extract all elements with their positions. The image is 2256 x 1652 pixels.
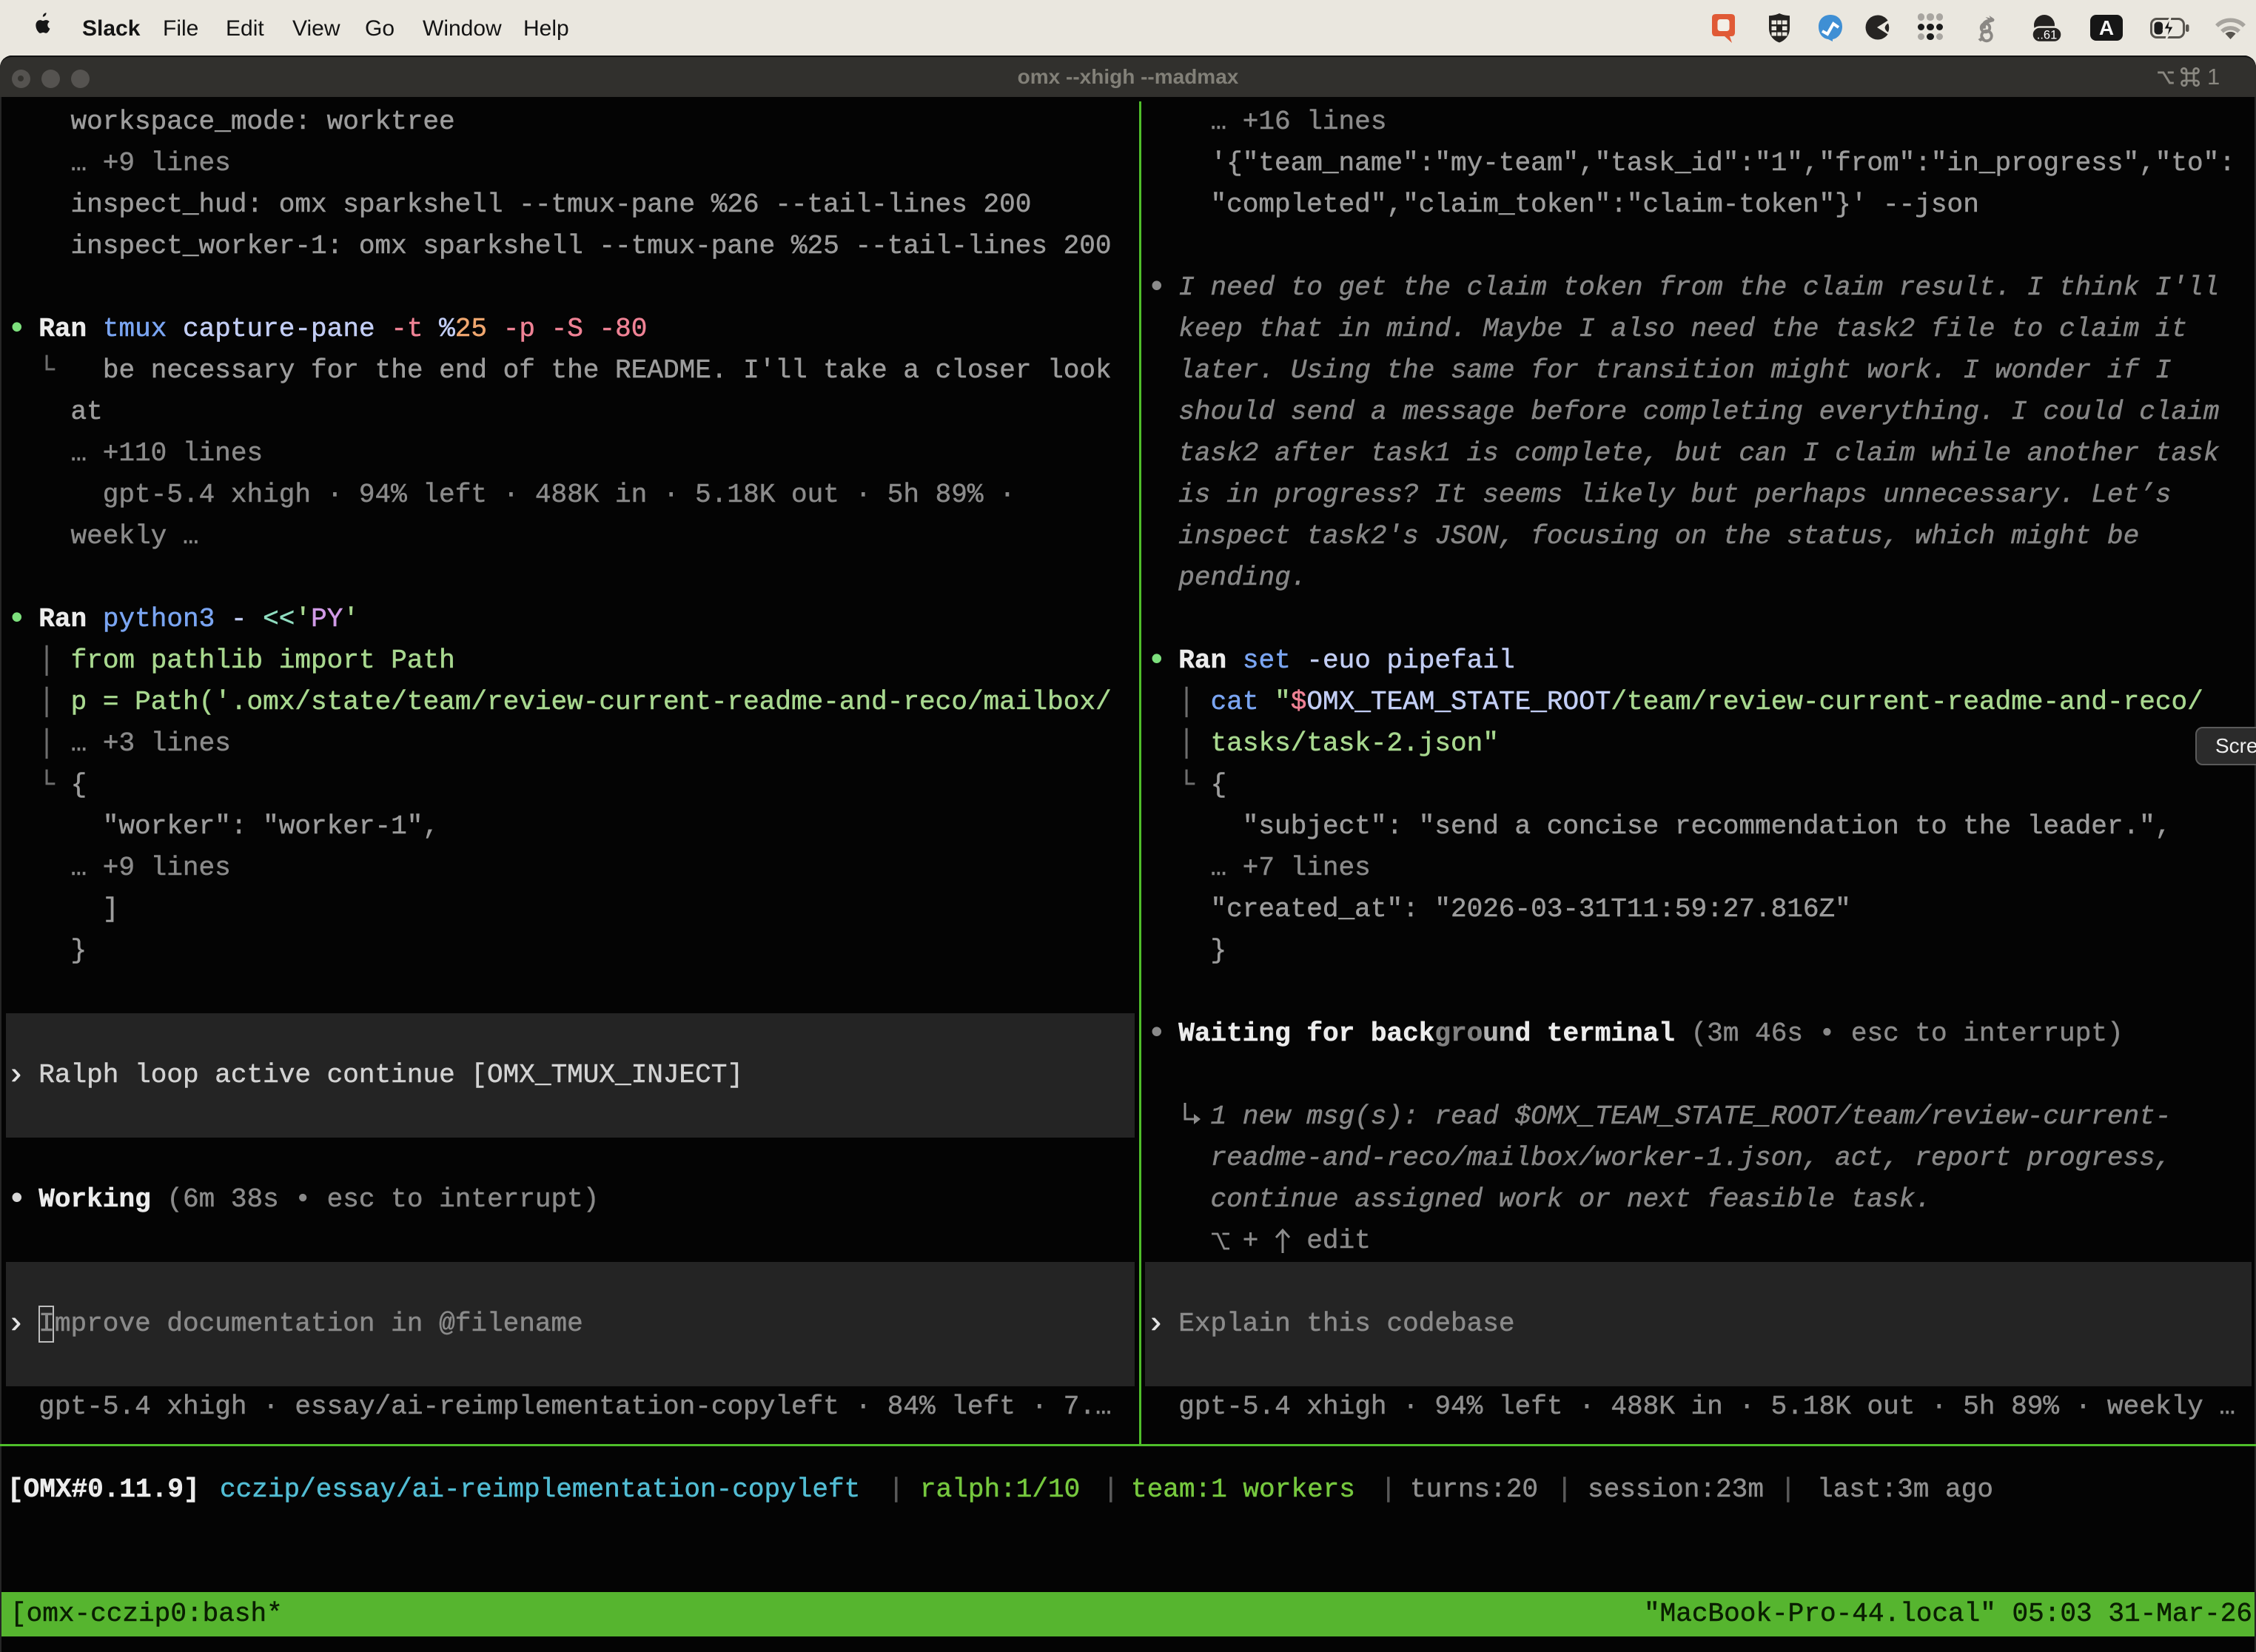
svg-text:..61: ..61 <box>2037 29 2058 42</box>
